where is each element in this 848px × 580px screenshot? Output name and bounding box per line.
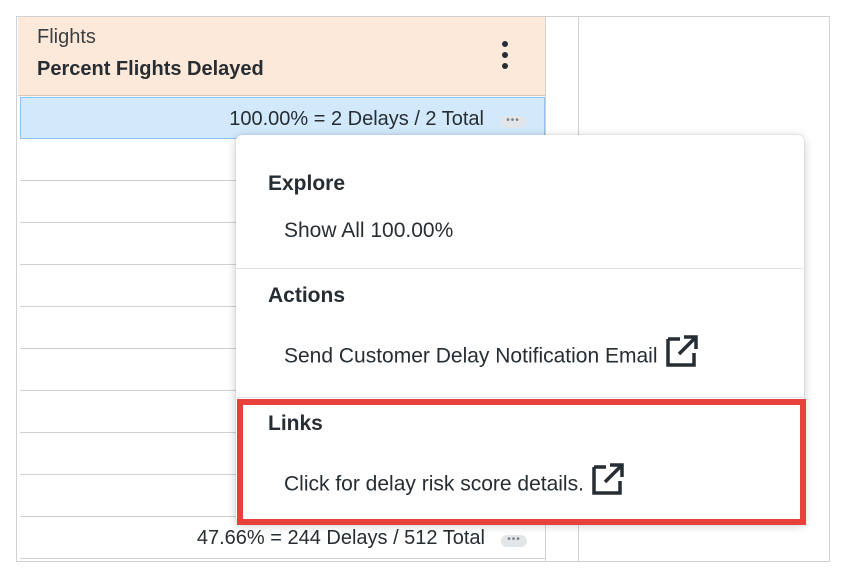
external-link-icon: [664, 333, 700, 375]
ellipsis-icon[interactable]: •••: [500, 116, 526, 128]
ellipsis-icon[interactable]: •••: [501, 535, 527, 547]
column-field-label: Percent Flights Delayed: [37, 58, 264, 80]
column-header[interactable]: Flights Percent Flights Delayed: [18, 17, 545, 96]
menu-item-delay-risk-link[interactable]: Click for delay risk score details.: [284, 461, 626, 506]
menu-item-send-email[interactable]: Send Customer Delay Notification Email: [284, 333, 700, 378]
menu-heading-actions: Actions: [268, 284, 346, 307]
table-row[interactable]: 100.00% = 2 Delays / 2 Total •••: [20, 97, 545, 139]
external-link-icon: [590, 461, 626, 503]
menu-divider: [236, 397, 804, 398]
menu-heading-links: Links: [268, 412, 323, 435]
kebab-icon[interactable]: [495, 41, 515, 71]
cell-value[interactable]: 100.00% = 2 Delays / 2 Total: [229, 98, 484, 140]
drill-menu: Explore Show All 100.00% Actions Send Cu…: [236, 135, 804, 523]
table-row[interactable]: 47.66% = 244 Delays / 512 Total •••: [20, 517, 545, 559]
menu-heading-explore: Explore: [268, 172, 346, 195]
menu-item-delay-risk-label: Click for delay risk score details.: [284, 472, 584, 496]
menu-divider: [236, 268, 804, 269]
menu-item-show-all[interactable]: Show All 100.00%: [284, 219, 453, 243]
column-view-label: Flights: [37, 26, 96, 48]
menu-item-send-email-label: Send Customer Delay Notification Email: [284, 344, 658, 368]
cell-value[interactable]: 47.66% = 244 Delays / 512 Total: [197, 517, 485, 559]
